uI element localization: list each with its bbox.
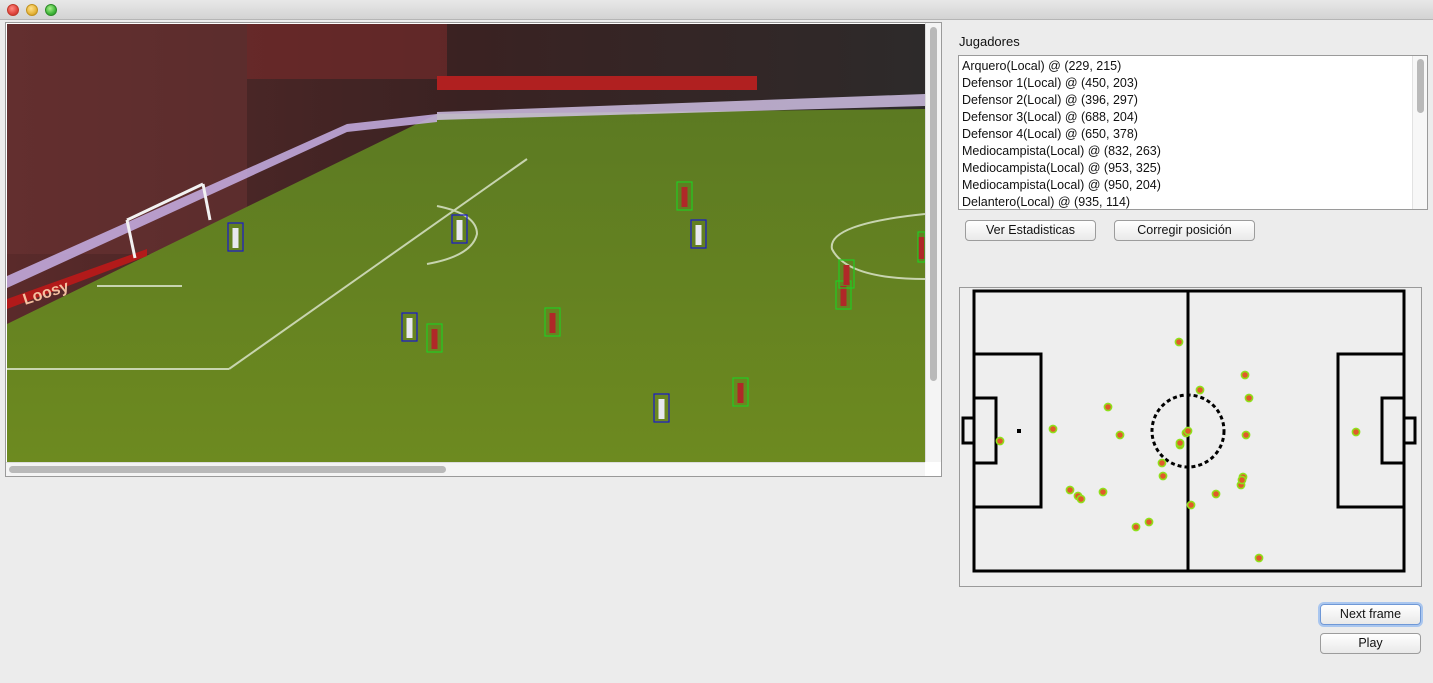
player-marker[interactable] xyxy=(995,436,1005,446)
close-window-icon[interactable] xyxy=(7,4,19,16)
player-figure xyxy=(843,265,850,285)
player-list-item[interactable]: Mediocampista(Local) @ (832, 263) xyxy=(962,143,1427,160)
player-list-item[interactable]: Defensor 2(Local) @ (396, 297) xyxy=(962,92,1427,109)
player-figure xyxy=(406,318,413,338)
player-figure xyxy=(918,237,925,259)
player-figure xyxy=(549,313,556,333)
player-marker[interactable] xyxy=(1195,385,1205,395)
players-list[interactable]: Arquero(Local) @ (229, 215) Defensor 1(Lo… xyxy=(958,55,1428,210)
minimap-panel xyxy=(959,287,1422,587)
video-horizontal-scrollbar[interactable] xyxy=(6,462,925,476)
player-marker[interactable] xyxy=(1098,487,1108,497)
correct-position-button[interactable]: Corregir posición xyxy=(1114,220,1255,241)
player-marker[interactable] xyxy=(1237,475,1247,485)
video-scroll-pane: Loosy xyxy=(5,22,942,477)
player-marker[interactable] xyxy=(1076,494,1086,504)
player-marker[interactable] xyxy=(1240,370,1250,380)
play-button[interactable]: Play xyxy=(1320,633,1421,654)
maximize-window-icon[interactable] xyxy=(45,4,57,16)
video-vertical-scrollbar[interactable] xyxy=(925,23,941,462)
player-list-item[interactable]: Defensor 3(Local) @ (688, 204) xyxy=(962,109,1427,126)
player-list-item[interactable]: Mediocampista(Local) @ (953, 325) xyxy=(962,160,1427,177)
pitch-minimap[interactable] xyxy=(960,288,1421,586)
player-figure xyxy=(456,220,463,240)
player-marker[interactable] xyxy=(1351,427,1361,437)
player-marker[interactable] xyxy=(1048,424,1058,434)
player-marker[interactable] xyxy=(1158,471,1168,481)
player-figure xyxy=(681,187,688,207)
player-list-item[interactable]: Defensor 1(Local) @ (450, 203) xyxy=(962,75,1427,92)
player-figure xyxy=(658,399,665,419)
player-marker[interactable] xyxy=(1241,430,1251,440)
player-marker[interactable] xyxy=(1244,393,1254,403)
player-marker[interactable] xyxy=(1254,553,1264,563)
player-marker[interactable] xyxy=(1115,430,1125,440)
players-list-scrollbar[interactable] xyxy=(1412,56,1427,209)
player-figure xyxy=(737,383,744,403)
player-figure xyxy=(431,329,438,349)
player-marker[interactable] xyxy=(1174,337,1184,347)
player-marker[interactable] xyxy=(1103,402,1113,412)
player-marker[interactable] xyxy=(1175,438,1185,448)
player-list-item[interactable]: Defensor 4(Local) @ (650, 378) xyxy=(962,126,1427,143)
player-marker[interactable] xyxy=(1065,485,1075,495)
minimize-window-icon[interactable] xyxy=(26,4,38,16)
player-list-item[interactable]: Delantero(Local) @ (935, 114) xyxy=(962,194,1427,209)
view-stats-button[interactable]: Ver Estadisticas xyxy=(965,220,1096,241)
video-frame[interactable]: Loosy xyxy=(7,24,925,462)
player-list-item[interactable]: Mediocampista(Local) @ (950, 204) xyxy=(962,177,1427,194)
player-marker[interactable] xyxy=(1157,458,1167,468)
player-figure xyxy=(695,225,702,245)
player-marker[interactable] xyxy=(1144,517,1154,527)
penalty-spot-left xyxy=(1017,429,1021,433)
player-figure xyxy=(232,228,239,248)
players-panel-title: Jugadores xyxy=(959,34,1020,49)
video-vertical-scroll-thumb[interactable] xyxy=(930,27,937,381)
window-title-bar xyxy=(0,0,1433,20)
player-list-item[interactable]: Arquero(Local) @ (229, 215) xyxy=(962,58,1427,75)
players-list-scroll-thumb[interactable] xyxy=(1417,59,1424,113)
video-frame-image: Loosy xyxy=(7,24,925,462)
player-marker[interactable] xyxy=(1186,500,1196,510)
player-marker[interactable] xyxy=(1211,489,1221,499)
next-frame-button[interactable]: Next frame xyxy=(1320,604,1421,625)
video-horizontal-scroll-thumb[interactable] xyxy=(9,466,446,473)
player-marker[interactable] xyxy=(1131,522,1141,532)
player-figure xyxy=(840,286,847,306)
player-marker[interactable] xyxy=(1183,426,1193,436)
